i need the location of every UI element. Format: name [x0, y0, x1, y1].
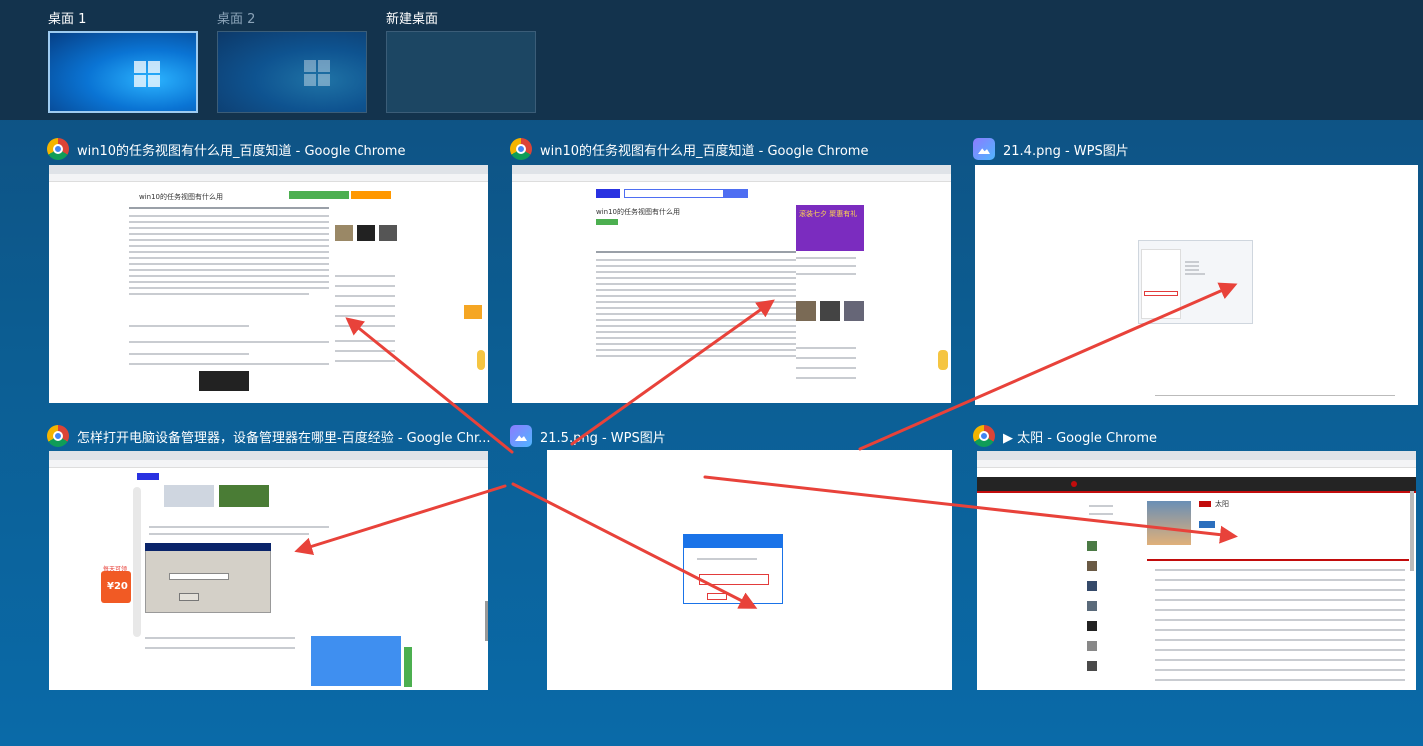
wps-photo-icon [510, 425, 532, 447]
window-title-bar: 21.4.png - WPS图片 [973, 137, 1129, 161]
window-card-wps-2[interactable]: 21.5.png - WPS图片 [510, 424, 952, 692]
window-card-chrome-4[interactable]: ▶ 太阳 - Google Chrome 太阳 [973, 424, 1418, 692]
window-thumbnail[interactable] [547, 450, 952, 690]
desktop-2-label: 桌面 2 [217, 12, 256, 27]
chrome-icon [973, 425, 995, 447]
window-thumbnail[interactable]: 太阳 [977, 451, 1416, 690]
window-title-bar: 怎样打开电脑设备管理器，设备管理器在哪里-百度经验 - Google Chr..… [47, 424, 491, 448]
window-title: 21.5.png - WPS图片 [540, 430, 666, 446]
window-thumbnail[interactable] [975, 165, 1418, 405]
chrome-icon [47, 425, 69, 447]
window-card-chrome-1[interactable]: win10的任务视图有什么用_百度知道 - Google Chrome win1… [47, 137, 489, 404]
page-heading: win10的任务视图有什么用 [139, 193, 224, 201]
coupon-amount: ¥20 [107, 581, 128, 592]
coupon-badge-label: 每天可领 [103, 566, 128, 573]
window-title: 怎样打开电脑设备管理器，设备管理器在哪里-百度经验 - Google Chr..… [77, 430, 491, 446]
window-title: win10的任务视图有什么用_百度知道 - Google Chrome [77, 143, 406, 159]
chrome-icon [510, 138, 532, 160]
window-card-chrome-2[interactable]: win10的任务视图有什么用_百度知道 - Google Chrome win1… [510, 137, 952, 404]
window-thumbnail[interactable]: 每天可领 ¥20 [49, 451, 488, 690]
window-title: 21.4.png - WPS图片 [1003, 143, 1129, 159]
song-title: 太阳 [1215, 500, 1229, 508]
wps-photo-icon [973, 138, 995, 160]
window-title: win10的任务视图有什么用_百度知道 - Google Chrome [540, 143, 869, 159]
window-title-bar: win10的任务视图有什么用_百度知道 - Google Chrome [510, 137, 868, 161]
new-desktop-label: 新建桌面 [386, 12, 439, 27]
window-card-wps-1[interactable]: 21.4.png - WPS图片 [973, 137, 1418, 407]
window-title-bar: 21.5.png - WPS图片 [510, 424, 666, 448]
desktop-2-thumbnail[interactable] [217, 31, 367, 113]
chrome-icon [47, 138, 69, 160]
window-title-bar: ▶ 太阳 - Google Chrome [973, 424, 1157, 448]
desktop-1-thumbnail[interactable] [48, 31, 198, 113]
window-title: ▶ 太阳 - Google Chrome [1003, 430, 1158, 446]
windows-logo-icon [134, 61, 162, 89]
desktop-1-label: 桌面 1 [48, 12, 87, 27]
window-title-bar: win10的任务视图有什么用_百度知道 - Google Chrome [47, 137, 405, 161]
window-thumbnail[interactable]: win10的任务视图有什么用 [49, 165, 488, 403]
window-card-chrome-3[interactable]: 怎样打开电脑设备管理器，设备管理器在哪里-百度经验 - Google Chr..… [47, 424, 491, 692]
windows-logo-icon [304, 60, 332, 88]
page-heading: win10的任务视图有什么用 [596, 208, 681, 216]
ad-banner-text: 滚装七夕 聚惠有礼 [799, 210, 858, 218]
new-desktop-thumbnail[interactable] [386, 31, 536, 113]
virtual-desktops-bar: 桌面 1 桌面 2 新建桌面 [0, 0, 1423, 120]
window-thumbnail[interactable]: win10的任务视图有什么用 滚装七夕 聚惠有礼 [512, 165, 951, 403]
